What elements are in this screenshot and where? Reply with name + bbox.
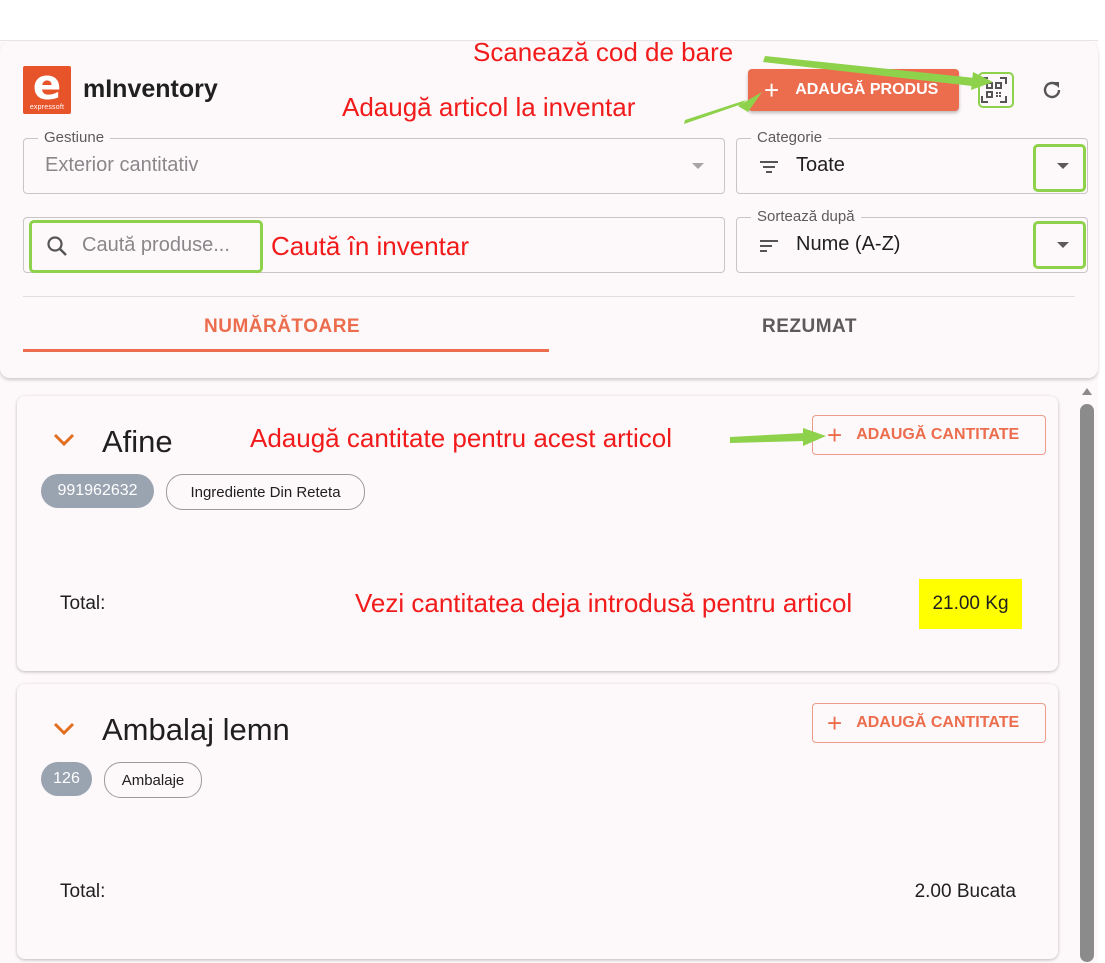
highlight-box-sort-dropdown — [1033, 221, 1086, 269]
filter-icon — [760, 161, 778, 173]
highlight-box-search — [29, 220, 263, 273]
plus-icon: + — [827, 708, 843, 738]
refresh-icon — [1043, 81, 1061, 99]
add-product-button[interactable]: + ADAUGĂ PRODUS — [748, 69, 959, 111]
highlight-box-category-dropdown — [1033, 144, 1086, 192]
total-label: Total: — [60, 593, 106, 614]
tabs-divider — [23, 296, 1075, 297]
item-category-chip: Ambalaje — [104, 762, 202, 798]
add-quantity-label: ADAUGĂ CANTITATE — [856, 714, 1020, 731]
add-quantity-button[interactable]: + ADAUGĂ CANTITATE — [812, 703, 1046, 743]
annotation-scan: Scanează cod de bare — [473, 37, 734, 67]
scroll-up-arrow-icon[interactable] — [1082, 388, 1092, 395]
total-value: 21.00 Kg — [932, 593, 1009, 614]
gestiune-label: Gestiune — [38, 129, 111, 146]
total-label: Total: — [60, 881, 106, 902]
item-category-chip: Ingrediente Din Reteta — [166, 474, 365, 510]
item-name: Ambalaj lemn — [102, 712, 290, 747]
app-title: mInventory — [83, 75, 218, 103]
annotation-add-item: Adaugă articol la inventar — [342, 92, 636, 122]
chevron-down-icon — [692, 163, 704, 169]
total-value: 2.00 Bucata — [914, 881, 1016, 902]
active-tab-indicator — [23, 349, 549, 352]
sort-icon — [760, 240, 778, 252]
annotation-add-quantity: Adaugă cantitate pentru acest articol — [250, 423, 673, 453]
highlight-box-scan — [978, 72, 1014, 108]
scrollbar[interactable] — [1080, 404, 1094, 962]
add-quantity-label: ADAUGĂ CANTITATE — [856, 426, 1020, 443]
sort-value: Nume (A-Z) — [796, 233, 901, 255]
add-product-label: ADAUGĂ PRODUS — [795, 81, 939, 98]
logo-text: expressoft — [29, 104, 65, 111]
app-logo: e expressoft — [23, 66, 71, 114]
item-code-badge: 126 — [41, 762, 92, 796]
plus-icon: + — [827, 420, 843, 450]
categorie-label: Categorie — [751, 129, 829, 146]
refresh-button[interactable] — [1034, 72, 1070, 108]
tab-numaratoare[interactable]: NUMĂRĂTOARE — [204, 316, 360, 338]
logo-letter: e — [32, 66, 62, 109]
item-name: Afine — [102, 424, 173, 459]
gestiune-select[interactable]: Gestiune Exterior cantitativ — [23, 129, 725, 194]
add-quantity-button[interactable]: + ADAUGĂ CANTITATE — [812, 415, 1046, 455]
gestiune-value: Exterior cantitativ — [45, 154, 199, 176]
sort-label: Sortează după — [751, 208, 861, 225]
annotation-view-quantity: Vezi cantitatea deja introdusă pentru ar… — [355, 588, 853, 618]
chevron-down-icon[interactable] — [52, 432, 76, 448]
tab-rezumat[interactable]: REZUMAT — [762, 316, 857, 338]
categorie-value: Toate — [796, 154, 845, 176]
annotation-search: Caută în inventar — [271, 231, 470, 261]
chevron-down-icon[interactable] — [52, 721, 76, 737]
item-code-badge: 991962632 — [41, 474, 154, 508]
plus-icon: + — [764, 75, 780, 105]
